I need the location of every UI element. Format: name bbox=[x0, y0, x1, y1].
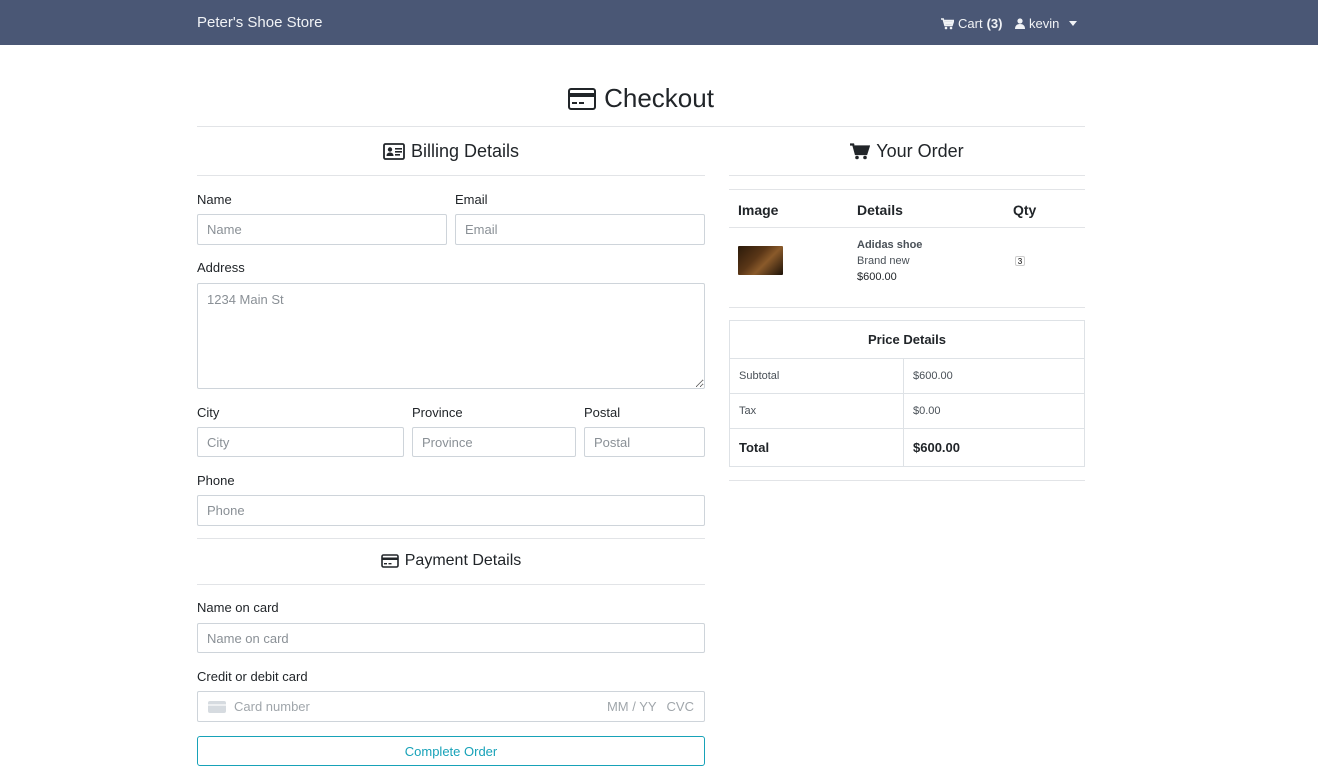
credit-card-icon bbox=[568, 87, 597, 110]
postal-input[interactable] bbox=[584, 427, 705, 457]
credit-card-icon bbox=[380, 554, 399, 568]
name-label: Name bbox=[197, 192, 232, 207]
card-cvc-field[interactable]: CVC bbox=[667, 699, 694, 714]
table-row: Tax $0.00 bbox=[730, 394, 1084, 429]
payment-divider bbox=[197, 584, 705, 585]
col-header-qty: Qty bbox=[1013, 202, 1037, 218]
cart-icon bbox=[941, 17, 954, 30]
product-condition: Brand new bbox=[857, 255, 910, 267]
province-label: Province bbox=[412, 405, 463, 420]
user-name: kevin bbox=[1029, 16, 1060, 31]
billing-title-text: Billing Details bbox=[410, 141, 520, 161]
tax-value: $0.00 bbox=[913, 405, 941, 417]
cart-icon bbox=[850, 143, 871, 160]
name-input[interactable] bbox=[197, 214, 447, 245]
total-label: Total bbox=[730, 429, 904, 466]
title-divider bbox=[197, 126, 1085, 127]
card-expiry-field[interactable]: MM / YY bbox=[607, 699, 657, 714]
user-icon bbox=[1015, 18, 1025, 29]
city-input[interactable] bbox=[197, 427, 404, 457]
order-table-bottom-border bbox=[729, 307, 1085, 308]
email-label: Email bbox=[455, 192, 488, 207]
cart-link[interactable]: Cart (3) bbox=[941, 16, 1002, 31]
card-brand-icon bbox=[208, 700, 226, 713]
city-label: City bbox=[197, 405, 220, 420]
province-input[interactable] bbox=[412, 427, 576, 457]
payment-top-divider bbox=[197, 538, 705, 539]
cart-count: (3) bbox=[986, 16, 1003, 31]
tax-label: Tax bbox=[730, 394, 904, 428]
navbar: Peter's Shoe Store Cart (3) kevin bbox=[0, 0, 1318, 45]
subtotal-label: Subtotal bbox=[730, 359, 904, 393]
order-title-text: Your Order bbox=[876, 141, 964, 161]
phone-label: Phone bbox=[197, 473, 235, 488]
product-image bbox=[738, 246, 783, 275]
name-on-card-input[interactable] bbox=[197, 623, 705, 653]
product-qty: 3 bbox=[1015, 256, 1025, 266]
complete-order-button[interactable]: Complete Order bbox=[197, 736, 705, 766]
chevron-down-icon bbox=[1069, 21, 1078, 26]
card-label: Credit or debit card bbox=[197, 669, 308, 684]
col-header-image: Image bbox=[738, 202, 779, 218]
price-details-title: Price Details bbox=[730, 321, 1084, 359]
subtotal-value: $600.00 bbox=[913, 370, 953, 382]
price-details-table: Price Details Subtotal $600.00 Tax $0.00… bbox=[729, 320, 1085, 467]
table-row: Total $600.00 bbox=[730, 429, 1084, 466]
id-card-icon bbox=[383, 143, 405, 160]
card-number-field[interactable]: Card number bbox=[234, 699, 607, 714]
total-value: $600.00 bbox=[913, 440, 960, 455]
price-details-bottom-divider bbox=[729, 480, 1085, 481]
order-divider bbox=[729, 175, 1085, 176]
col-header-details: Details bbox=[857, 202, 903, 218]
product-price: $600.00 bbox=[857, 271, 897, 283]
payment-title-text: Payment Details bbox=[404, 552, 522, 569]
payment-section-title: Payment Details bbox=[197, 552, 705, 570]
address-label: Address bbox=[197, 260, 245, 275]
billing-section-title: Billing Details bbox=[197, 141, 705, 162]
address-input[interactable] bbox=[197, 283, 705, 389]
postal-label: Postal bbox=[584, 405, 621, 420]
order-section-title: Your Order bbox=[729, 141, 1085, 162]
user-menu-toggle[interactable]: kevin bbox=[1015, 16, 1078, 31]
brand-link[interactable]: Peter's Shoe Store bbox=[197, 14, 322, 31]
card-element[interactable]: Card number MM / YY CVC bbox=[197, 691, 705, 722]
product-name: Adidas shoe bbox=[857, 239, 923, 251]
order-table-top-border bbox=[729, 189, 1085, 190]
billing-divider bbox=[197, 175, 705, 176]
page-title: Checkout bbox=[197, 83, 1085, 114]
table-row: Subtotal $600.00 bbox=[730, 359, 1084, 394]
page-title-text: Checkout bbox=[604, 83, 714, 113]
cart-label: Cart bbox=[958, 16, 983, 31]
email-input[interactable] bbox=[455, 214, 705, 245]
order-table-header-border bbox=[729, 227, 1085, 228]
phone-input[interactable] bbox=[197, 495, 705, 526]
name-on-card-label: Name on card bbox=[197, 600, 279, 615]
